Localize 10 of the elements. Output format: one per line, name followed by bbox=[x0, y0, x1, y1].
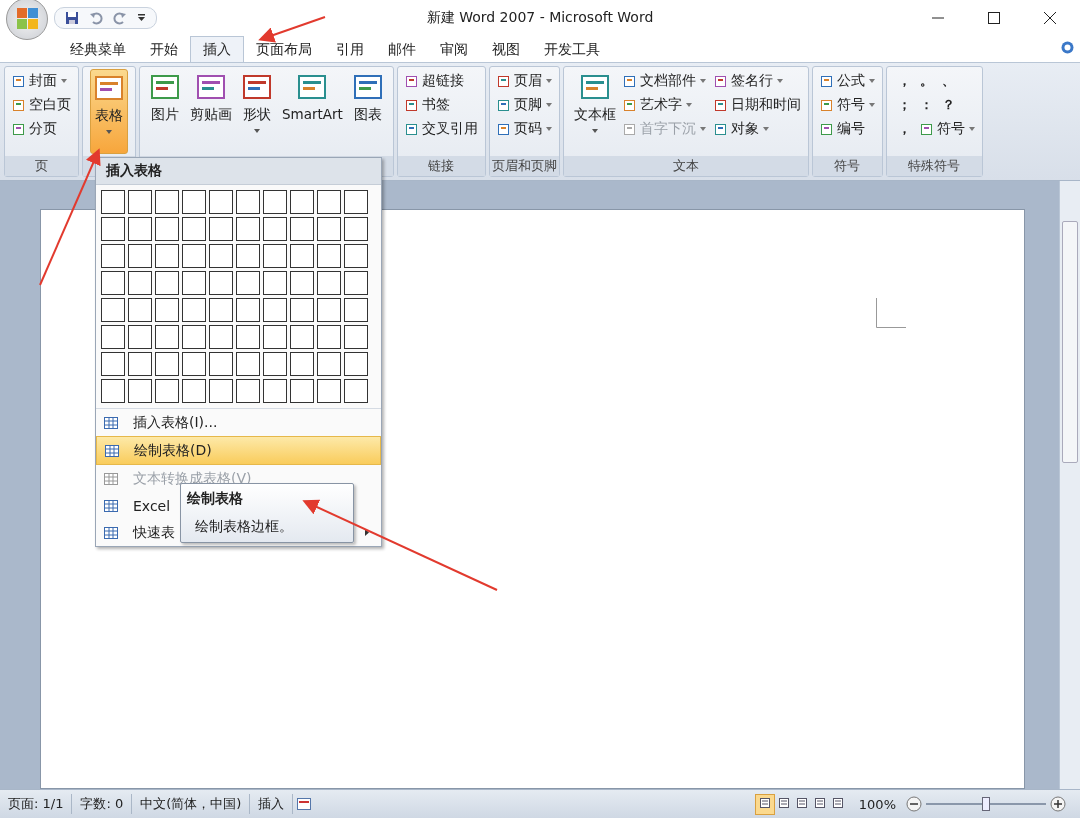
group-label: 页眉和页脚 bbox=[489, 156, 559, 176]
tooltip-text: 绘制表格边框。 bbox=[194, 517, 294, 536]
tooltip-title: 绘制表格 bbox=[187, 490, 244, 508]
group-label: 文本 bbox=[563, 156, 808, 176]
group-label: 链接 bbox=[397, 156, 485, 176]
group-label: 特殊符号 bbox=[886, 156, 982, 176]
group-label: 符号 bbox=[812, 156, 882, 176]
menu-title: 插入表格 bbox=[96, 158, 381, 185]
group-label: 页 bbox=[5, 156, 78, 176]
window-title: 新建 Word 2007 - Microsoft Word bbox=[426, 8, 654, 27]
